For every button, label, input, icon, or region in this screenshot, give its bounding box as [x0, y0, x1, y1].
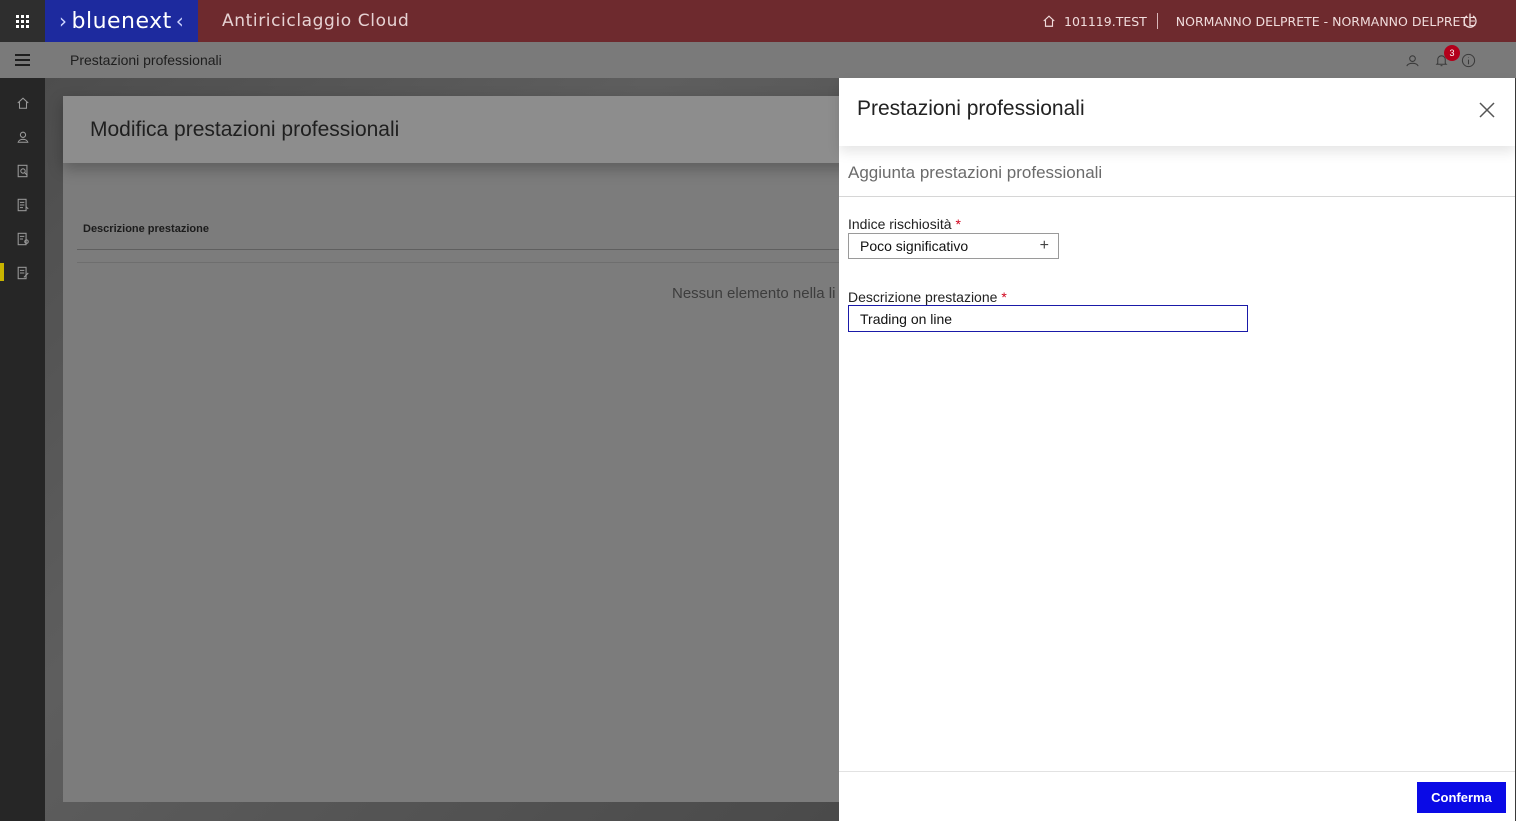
main-card: Modifica prestazioni professionali Descr… — [63, 96, 853, 802]
subbar-icons — [1405, 50, 1476, 70]
home-icon[interactable] — [1042, 14, 1056, 28]
info-icon[interactable] — [1461, 53, 1476, 68]
main-card-header: Modifica prestazioni professionali — [63, 96, 853, 163]
sidebar-item-home[interactable] — [0, 89, 45, 117]
top-bar: › bluenext ‹ Antiriciclaggio Cloud 10111… — [0, 0, 1516, 42]
hamburger-menu-icon[interactable] — [15, 54, 30, 66]
required-mark: * — [955, 216, 961, 232]
empty-list-message: Nessun elemento nella li — [672, 285, 836, 302]
apps-grid-icon — [16, 14, 29, 28]
sidebar-item-clients[interactable] — [0, 225, 45, 253]
panel-divider — [839, 196, 1515, 197]
page-title: Modifica prestazioni professionali — [90, 118, 400, 141]
side-panel: Prestazioni professionali Aggiunta prest… — [839, 78, 1515, 821]
brand-logo[interactable]: › bluenext ‹ — [45, 0, 198, 42]
user-icon — [17, 131, 28, 143]
doc-list-icon — [17, 198, 29, 212]
required-mark: * — [1001, 289, 1007, 305]
description-label-text: Descrizione prestazione — [848, 289, 998, 305]
left-sidebar — [0, 78, 45, 821]
breadcrumb: Prestazioni professionali — [70, 52, 222, 68]
user-name[interactable]: NORMANNO DELPRETE - NORMANNO DELPRETE — [1176, 14, 1476, 29]
table-divider — [77, 262, 853, 263]
risk-index-value: Poco significativo — [860, 238, 969, 254]
panel-subtitle: Aggiunta prestazioni professionali — [848, 163, 1103, 182]
search-doc-icon — [17, 164, 28, 178]
table-header-description[interactable]: Descrizione prestazione — [83, 223, 209, 235]
risk-index-label: Indice rischiosità * — [848, 216, 961, 232]
description-input[interactable] — [848, 305, 1248, 332]
table-divider — [77, 249, 853, 250]
apps-grid-button[interactable] — [0, 0, 45, 42]
confirm-button[interactable]: Conferma — [1417, 782, 1506, 813]
power-icon[interactable] — [1462, 12, 1478, 28]
panel-header: Prestazioni professionali — [839, 78, 1515, 146]
logo-text: bluenext — [71, 8, 172, 34]
settings-people-icon[interactable] — [1405, 53, 1420, 68]
doc-user-icon — [17, 232, 29, 246]
separator — [1156, 13, 1158, 29]
logo-right-chevron: ‹ — [175, 9, 185, 33]
notification-badge[interactable]: 3 — [1444, 45, 1460, 61]
app-title: Antiriciclaggio Cloud — [222, 11, 410, 31]
sidebar-item-users[interactable] — [0, 123, 45, 151]
doc-edit-icon — [17, 266, 29, 280]
risk-index-select[interactable]: Poco significativo + — [848, 233, 1059, 259]
tenant-label[interactable]: 101119.TEST — [1064, 14, 1147, 29]
sidebar-item-documents[interactable] — [0, 191, 45, 219]
risk-index-label-text: Indice rischiosità — [848, 216, 952, 232]
plus-icon[interactable]: + — [1040, 237, 1049, 255]
logo-left-chevron: › — [59, 9, 68, 33]
close-icon[interactable] — [1477, 100, 1497, 120]
description-label: Descrizione prestazione * — [848, 289, 1007, 305]
sub-bar: Prestazioni professionali — [0, 42, 1516, 78]
sidebar-item-search[interactable] — [0, 157, 45, 185]
topbar-user-area: 101119.TEST NORMANNO DELPRETE - NORMANNO… — [1042, 0, 1476, 42]
panel-footer: Conferma — [839, 771, 1515, 821]
home-icon — [16, 97, 29, 109]
panel-title: Prestazioni professionali — [857, 97, 1085, 120]
sidebar-item-services[interactable] — [0, 259, 45, 287]
